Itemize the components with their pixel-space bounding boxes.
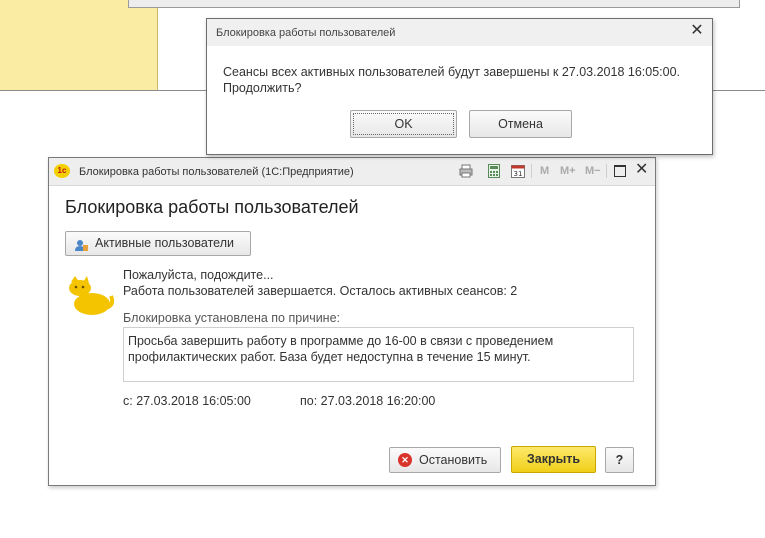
toolbar-separator <box>606 164 607 178</box>
main-window: 1с Блокировка работы пользователей (1С:П… <box>48 157 656 486</box>
stop-button[interactable]: ✕ Остановить <box>389 447 501 473</box>
svg-text:31: 31 <box>514 170 523 178</box>
memory-button[interactable]: M <box>540 165 549 177</box>
confirm-message: Сеансы всех активных пользователей будут… <box>223 64 703 96</box>
ok-button[interactable]: OK <box>350 110 457 138</box>
memory-minus-button[interactable]: M− <box>585 165 601 177</box>
confirm-message-line: Сеансы всех активных пользователей будут… <box>223 65 681 79</box>
toolbar-separator <box>531 164 532 178</box>
page-title: Блокировка работы пользователей <box>65 197 359 217</box>
reason-text-line: Просьба завершить работу в программе до … <box>128 334 554 348</box>
confirm-close-button[interactable]: ✕ <box>688 22 706 40</box>
status-message: Работа пользователей завершается. Остало… <box>123 284 518 298</box>
background-panel <box>0 0 158 90</box>
print-icon[interactable] <box>459 164 473 178</box>
waiting-cat-icon <box>65 276 115 316</box>
users-icon <box>74 237 88 251</box>
reason-text-field[interactable]: Просьба завершить работу в программе до … <box>123 327 634 382</box>
wait-message: Пожалуйста, подождите... <box>123 268 274 282</box>
1c-logo-icon: 1с <box>54 164 70 178</box>
background-window-edge <box>128 0 740 8</box>
reason-text-line: профилактических работ. База будет недос… <box>128 350 531 364</box>
memory-plus-button[interactable]: M+ <box>560 165 576 177</box>
main-window-title: Блокировка работы пользователей (1С:Пред… <box>79 166 354 178</box>
block-from-date: с: 27.03.2018 16:05:00 <box>123 394 251 408</box>
close-button[interactable]: Закрыть <box>511 446 596 473</box>
main-close-button[interactable]: ✕ <box>635 161 648 179</box>
confirm-dialog: Блокировка работы пользователей ✕ Сеансы… <box>206 18 713 155</box>
confirm-titlebar: Блокировка работы пользователей ✕ <box>207 19 712 46</box>
confirm-question: Продолжить? <box>223 81 302 95</box>
help-button[interactable]: ? <box>605 447 634 473</box>
calendar-icon[interactable]: 31 <box>511 164 525 178</box>
maximize-button[interactable] <box>614 165 626 177</box>
main-titlebar: 1с Блокировка работы пользователей (1С:П… <box>49 158 655 186</box>
reason-label: Блокировка установлена по причине: <box>123 311 341 325</box>
block-to-date: по: 27.03.2018 16:20:00 <box>300 394 436 408</box>
stop-icon: ✕ <box>398 453 412 467</box>
calculator-icon[interactable] <box>487 164 501 178</box>
active-users-button[interactable]: Активные пользователи <box>65 231 251 256</box>
confirm-dialog-title: Блокировка работы пользователей <box>216 27 396 39</box>
stop-button-label: Остановить <box>419 453 488 467</box>
cancel-button[interactable]: Отмена <box>469 110 572 138</box>
active-users-button-label: Активные пользователи <box>95 236 234 250</box>
